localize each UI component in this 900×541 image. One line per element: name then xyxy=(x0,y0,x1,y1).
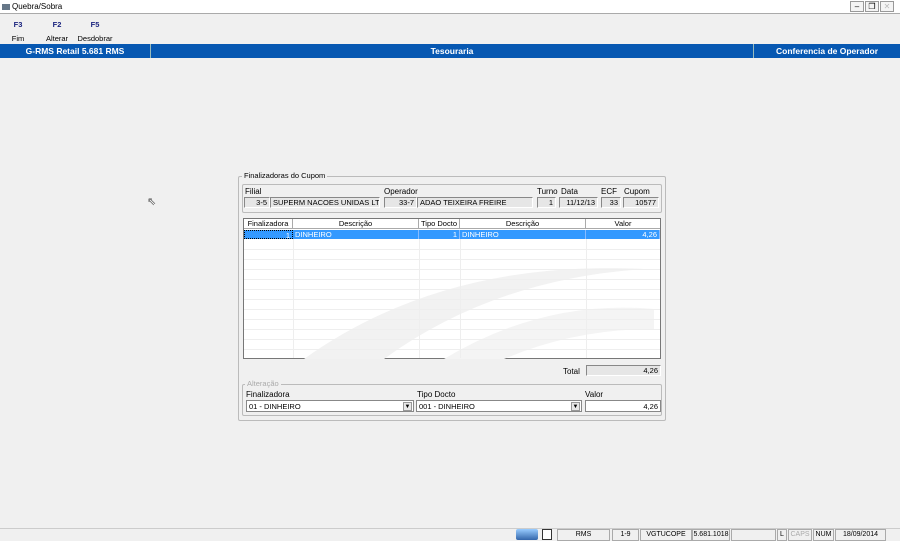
network-icon xyxy=(516,529,538,540)
status-num: NUM xyxy=(813,529,834,541)
toolbar-label: Desdobrar xyxy=(77,34,113,43)
filial-code: 3-5 xyxy=(244,197,270,208)
restore-button[interactable]: ❐ xyxy=(865,1,879,12)
status-l: L xyxy=(777,529,787,541)
toolbar-fim-button[interactable]: F3 Fim xyxy=(8,20,28,43)
column-header[interactable]: Descrição xyxy=(460,219,586,229)
cupom-label: Cupom xyxy=(624,187,650,196)
clipboard-icon xyxy=(542,529,552,540)
finalizadora-label: Finalizadora xyxy=(246,390,290,399)
cell-tipo-docto[interactable]: 1 xyxy=(419,230,460,239)
filial-name: SUPERM NACOES UNIDAS LTDA xyxy=(270,197,380,208)
column-header[interactable]: Tipo Docto xyxy=(419,219,460,229)
cell-descricao-tipo[interactable]: DINHEIRO xyxy=(460,230,586,239)
turno-value: 1 xyxy=(537,197,556,208)
status-user: VGTUCOPE xyxy=(640,529,692,541)
shortcut-key: F2 xyxy=(52,20,62,29)
column-header[interactable]: Valor xyxy=(586,219,660,229)
total-value: 4,26 xyxy=(586,365,661,376)
operador-name: ADAO TEIXEIRA FREIRE xyxy=(417,197,533,208)
tipo-docto-value: 001 - DINHEIRO xyxy=(419,402,475,411)
status-system: RMS xyxy=(557,529,610,541)
cell-finalizadora[interactable]: 1 xyxy=(244,230,293,240)
status-empty xyxy=(731,529,776,541)
minimize-button[interactable]: – xyxy=(850,1,864,12)
valor-input[interactable]: 4,26 xyxy=(585,400,661,412)
status-caps: CAPS xyxy=(788,529,812,541)
operador-label: Operador xyxy=(384,187,418,196)
tipo-docto-label: Tipo Docto xyxy=(417,390,456,399)
status-range: 1-9 xyxy=(612,529,639,541)
total-label: Total xyxy=(563,367,580,376)
chevron-down-icon[interactable]: ▼ xyxy=(571,402,580,411)
cupom-value: 10577 xyxy=(623,197,659,208)
column-header[interactable]: Finalizadora xyxy=(244,219,293,229)
column-header[interactable]: Descrição xyxy=(293,219,419,229)
app-icon xyxy=(2,4,10,10)
turno-label: Turno xyxy=(537,187,558,196)
filial-label: Filial xyxy=(245,187,262,196)
banner-system: G-RMS Retail 5.681 RMS xyxy=(0,44,151,58)
chevron-down-icon[interactable]: ▼ xyxy=(403,402,412,411)
toolbar-label: Fim xyxy=(11,34,25,43)
toolbar-label: Alterar xyxy=(45,34,69,43)
finalizadora-select[interactable]: 01 - DINHEIRO ▼ xyxy=(246,400,414,412)
finalizadoras-table[interactable]: Finalizadora Descrição Tipo Docto Descri… xyxy=(243,218,661,359)
ecf-label: ECF xyxy=(601,187,617,196)
shortcut-key: F5 xyxy=(90,20,100,29)
cell-descricao[interactable]: DINHEIRO xyxy=(293,230,419,239)
alteracao-title: Alteração xyxy=(245,379,281,388)
toolbar-alterar-button[interactable]: F2 Alterar xyxy=(44,20,70,43)
title-bar: Quebra/Sobra – ❐ ✕ xyxy=(0,0,900,14)
data-label: Data xyxy=(561,187,578,196)
cell-valor[interactable]: 4,26 xyxy=(586,230,660,239)
operador-code: 33-7 xyxy=(384,197,417,208)
close-button[interactable]: ✕ xyxy=(880,1,894,12)
group-title: Finalizadoras do Cupom xyxy=(242,171,328,180)
status-date: 18/09/2014 xyxy=(835,529,886,541)
window-title: Quebra/Sobra xyxy=(12,2,63,11)
tipo-docto-select[interactable]: 001 - DINHEIRO ▼ xyxy=(416,400,582,412)
valor-label: Valor xyxy=(585,390,604,399)
shortcut-key: F3 xyxy=(13,20,23,29)
status-version: 5.681.1018 xyxy=(692,529,730,541)
module-banner: G-RMS Retail 5.681 RMS Tesouraria Confer… xyxy=(0,44,900,58)
finalizadora-value: 01 - DINHEIRO xyxy=(249,402,301,411)
toolbar-desdobrar-button[interactable]: F5 Desdobrar xyxy=(76,20,114,43)
ecf-value: 33 xyxy=(601,197,621,208)
mouse-cursor-icon: ⇖ xyxy=(147,196,157,208)
banner-module: Tesouraria xyxy=(151,44,754,58)
data-value: 11/12/13 xyxy=(559,197,598,208)
banner-screen: Conferencia de Operador xyxy=(775,46,879,56)
